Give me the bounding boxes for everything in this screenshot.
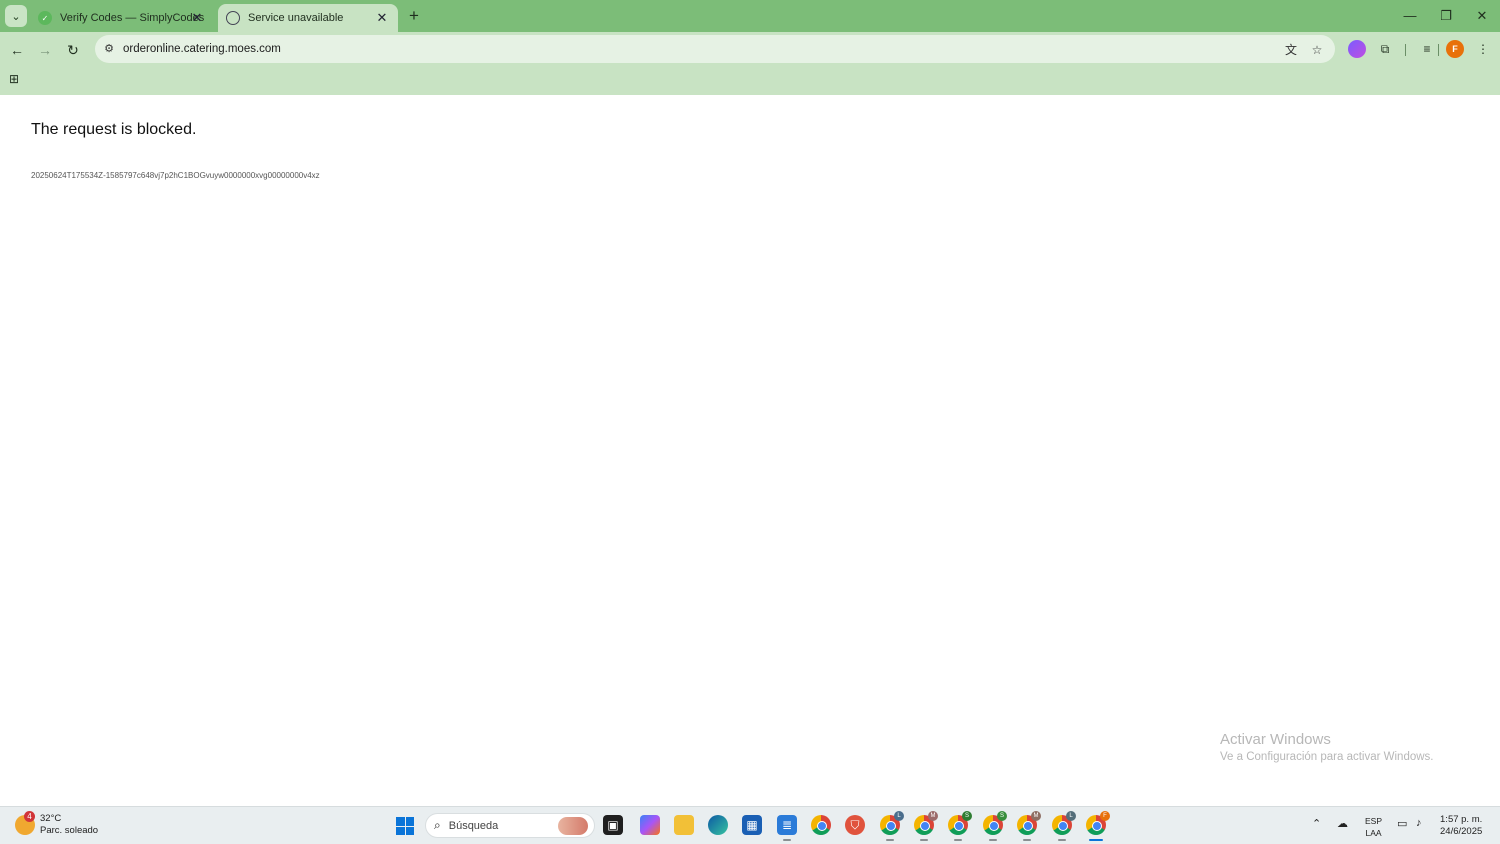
chrome-profile-icon[interactable]: L xyxy=(880,811,904,841)
running-indicator xyxy=(920,839,928,841)
extensions-puzzle-icon[interactable]: ⧉ xyxy=(1376,40,1394,58)
browser-toolbar: ← → ↻ ⚙ orderonline.catering.moes.com 文 … xyxy=(0,32,1500,95)
task-view-icon[interactable]: ▣ xyxy=(603,815,623,835)
windows-start-icon[interactable] xyxy=(396,817,414,835)
microsoft-store-icon[interactable]: ▦ xyxy=(742,815,762,835)
tab-title: Verify Codes — SimplyCodes xyxy=(60,12,205,24)
system-clock[interactable]: 1:57 p. m. 24/6/2025 xyxy=(1440,814,1482,838)
page-content: The request is blocked. 20250624T175534Z… xyxy=(0,95,1500,806)
toolbar-divider xyxy=(1438,44,1439,56)
running-indicator xyxy=(1089,839,1103,841)
restore-icon[interactable]: ❐ xyxy=(1436,6,1456,26)
search-highlight-image xyxy=(558,817,588,835)
running-indicator xyxy=(954,839,962,841)
weather-widget[interactable]: 4 32°C Parc. soleado xyxy=(15,811,99,837)
onedrive-icon[interactable]: ☁ xyxy=(1337,817,1348,830)
chrome-profile-icon[interactable]: L xyxy=(1052,811,1076,841)
reload-icon[interactable]: ↻ xyxy=(63,40,83,60)
chevron-up-icon[interactable]: ⌃ xyxy=(1312,817,1321,830)
weather-temp: 32°C xyxy=(40,813,62,824)
search-placeholder: Búsqueda xyxy=(448,819,499,832)
network-icon[interactable]: ▭ xyxy=(1397,817,1407,830)
running-indicator xyxy=(783,839,791,841)
reference-id: 20250624T175534Z-1585797c648vj7p2hC1BOGv… xyxy=(31,171,320,180)
tab-service-unavailable[interactable]: Service unavailable ✕ xyxy=(218,4,398,32)
running-indicator xyxy=(886,839,894,841)
close-tab-icon[interactable]: ✕ xyxy=(189,10,205,26)
windows-activation-watermark: Activar Windows Ve a Configuración para … xyxy=(1220,731,1434,763)
running-indicator xyxy=(1058,839,1066,841)
notification-badge: 4 xyxy=(24,811,35,822)
tab-title: Service unavailable xyxy=(248,12,344,24)
weather-condition: Parc. soleado xyxy=(40,825,99,836)
weather-sun-icon: 4 xyxy=(15,811,35,835)
edge-browser-icon[interactable] xyxy=(708,815,728,835)
search-icon: ⌕ xyxy=(434,818,441,832)
keyboard-layout: LAA xyxy=(1365,828,1382,838)
volume-icon[interactable]: ♪ xyxy=(1416,817,1422,829)
apps-grid-icon[interactable]: ⊞ xyxy=(9,72,23,86)
tab-search-chevron-icon[interactable]: ⌄ xyxy=(5,5,27,27)
taskbar: 4 32°C Parc. soleado ⌕ Búsqueda ▣ ▦ ≣ ⛉ … xyxy=(0,806,1500,844)
back-arrow-icon[interactable]: ← xyxy=(7,40,27,60)
globe-icon xyxy=(226,11,240,25)
close-tab-icon[interactable]: ✕ xyxy=(374,10,390,26)
media-control-icon[interactable]: ≡ xyxy=(1418,40,1436,58)
chrome-icon[interactable] xyxy=(811,815,831,835)
new-tab-button[interactable]: + xyxy=(404,6,424,26)
simplycodes-icon: ✓ xyxy=(38,11,52,25)
watermark-title: Activar Windows xyxy=(1220,731,1331,748)
copilot-icon[interactable] xyxy=(1348,40,1366,58)
kebab-menu-icon[interactable]: ⋮ xyxy=(1474,40,1492,58)
forward-arrow-icon[interactable]: → xyxy=(35,40,55,60)
page-title: The request is blocked. xyxy=(31,121,197,138)
watermark-subtitle: Ve a Configuración para activar Windows. xyxy=(1220,751,1434,763)
chrome-profile-icon[interactable]: S xyxy=(983,811,1007,841)
browser-chrome: ⌄ ✓ Verify Codes — SimplyCodes ✕ Service… xyxy=(0,0,1500,95)
clock-time: 1:57 p. m. xyxy=(1440,814,1483,825)
url-text[interactable]: orderonline.catering.moes.com xyxy=(123,43,281,55)
file-explorer-icon[interactable] xyxy=(674,815,694,835)
address-bar[interactable]: ⚙ orderonline.catering.moes.com 文 ☆ xyxy=(95,35,1335,63)
tab-simplycodes[interactable]: ✓ Verify Codes — SimplyCodes ✕ xyxy=(30,4,213,32)
translate-icon[interactable]: 文 xyxy=(1283,42,1299,58)
chrome-profile-icon[interactable]: M xyxy=(914,811,938,841)
profile-avatar[interactable]: F xyxy=(1446,40,1464,58)
chrome-profile-icon[interactable]: S xyxy=(948,811,972,841)
toolbar-divider xyxy=(1405,44,1406,56)
running-indicator xyxy=(989,839,997,841)
chrome-profile-icon-active[interactable]: F xyxy=(1086,811,1110,841)
notepad-icon[interactable]: ≣ xyxy=(777,815,797,841)
minimize-icon[interactable]: — xyxy=(1400,6,1420,26)
close-window-icon[interactable]: ✕ xyxy=(1472,6,1492,26)
tab-strip: ⌄ ✓ Verify Codes — SimplyCodes ✕ Service… xyxy=(0,0,1500,32)
bookmark-star-icon[interactable]: ☆ xyxy=(1309,42,1325,58)
running-indicator xyxy=(1023,839,1031,841)
taskbar-search[interactable]: ⌕ Búsqueda xyxy=(425,813,595,838)
copilot-app-icon[interactable] xyxy=(640,815,660,835)
site-info-icon[interactable]: ⚙ xyxy=(102,42,116,56)
language-code: ESP xyxy=(1365,816,1383,826)
brave-icon[interactable]: ⛉ xyxy=(845,815,865,835)
clock-date: 24/6/2025 xyxy=(1440,826,1483,837)
language-indicator[interactable]: ESP LAA xyxy=(1365,815,1382,839)
chrome-profile-icon[interactable]: M xyxy=(1017,811,1041,841)
